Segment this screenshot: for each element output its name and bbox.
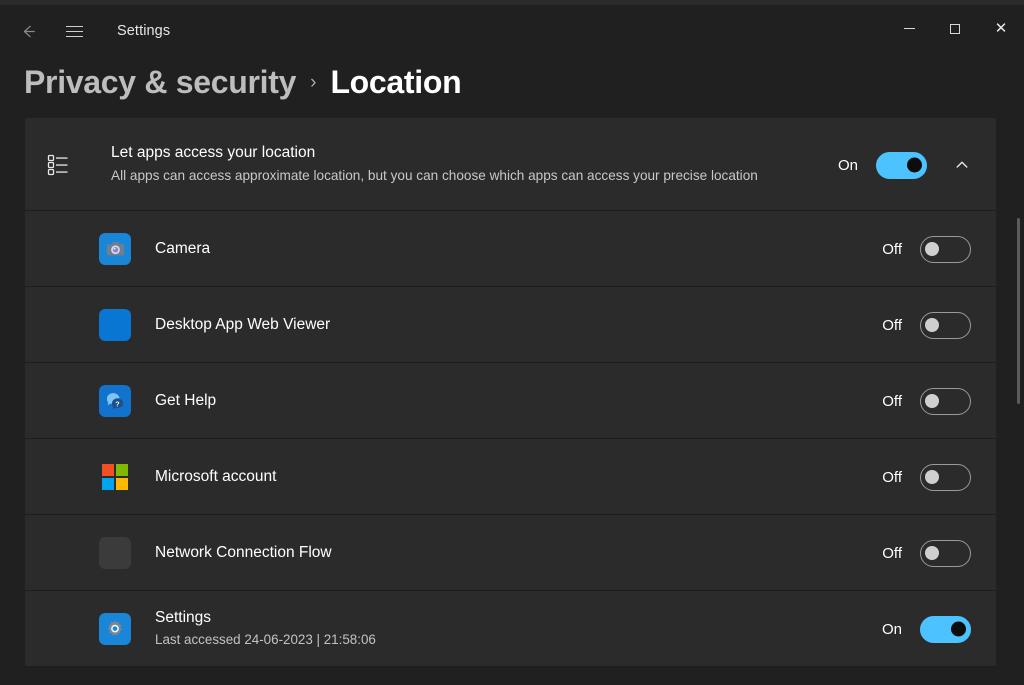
app-permissions-list-icon xyxy=(43,149,73,179)
back-button[interactable] xyxy=(8,15,48,47)
app-row-controls: Off xyxy=(860,363,989,439)
vertical-scrollbar[interactable] xyxy=(1010,118,1024,685)
app-text-block: Microsoft account xyxy=(155,466,276,487)
collapse-section-button[interactable] xyxy=(949,152,975,178)
app-location-toggle[interactable] xyxy=(920,311,971,339)
page-title: Location xyxy=(330,63,462,100)
master-toggle-state-label: On xyxy=(837,156,858,174)
app-text-block: Settings Last accessed 24-06-2023 | 21:58… xyxy=(155,607,376,650)
app-row-controls: Off xyxy=(860,515,989,591)
window-controls: ✕ xyxy=(886,5,1024,52)
toggle-knob xyxy=(925,470,939,484)
app-name-label: Network Connection Flow xyxy=(155,544,332,561)
toggle-knob xyxy=(907,157,922,173)
app-permission-row[interactable]: Microsoft account Off xyxy=(25,439,996,515)
app-name-label: Settings xyxy=(155,609,212,626)
app-name-label: Microsoft account xyxy=(155,468,277,485)
toggle-knob xyxy=(925,394,939,408)
app-text-block: Desktop App Web Viewer xyxy=(155,314,330,335)
breadcrumb: Privacy & security › Location xyxy=(24,58,462,106)
toggle-knob xyxy=(925,242,939,256)
chevron-up-icon xyxy=(956,161,968,168)
app-location-toggle[interactable] xyxy=(920,539,971,567)
app-toggle-state-label: Off xyxy=(882,392,902,410)
app-location-toggle[interactable] xyxy=(920,387,971,415)
svg-text:?: ? xyxy=(115,399,119,408)
app-name-label: Desktop App Web Viewer xyxy=(155,316,331,333)
navigation-menu-button[interactable] xyxy=(54,15,94,47)
app-row-controls: Off xyxy=(860,211,989,287)
network-connection-flow-icon xyxy=(99,536,131,569)
app-permission-row[interactable]: Camera Off xyxy=(25,211,996,287)
app-toggle-state-label: Off xyxy=(882,316,902,334)
settings-content-panel: Let apps access your location All apps c… xyxy=(25,118,996,685)
app-toggle-state-label: On xyxy=(881,620,902,638)
app-row-controls: Off xyxy=(860,439,989,515)
app-toggle-state-label: Off xyxy=(882,240,902,258)
toggle-knob xyxy=(925,318,939,332)
app-text-block: Network Connection Flow xyxy=(155,542,332,563)
app-toggle-state-label: Off xyxy=(882,468,902,486)
microsoft-account-icon xyxy=(99,461,131,493)
toggle-knob xyxy=(951,621,966,637)
app-permission-row[interactable]: Settings Last accessed 24-06-2023 | 21:58… xyxy=(25,591,996,667)
app-permission-row[interactable]: ? Get Help Off xyxy=(25,363,996,439)
toggle-knob xyxy=(925,546,939,560)
app-toggle-state-label: Off xyxy=(882,544,902,562)
settings-window: Settings ✕ Privacy & security › Location xyxy=(0,0,1024,685)
master-location-toggle[interactable] xyxy=(876,151,927,179)
app-permission-list: Camera Off Desktop App Web Viewer Off? Get H… xyxy=(25,211,996,667)
app-location-toggle[interactable] xyxy=(920,615,971,643)
app-location-toggle[interactable] xyxy=(920,463,971,491)
app-name-label: Camera xyxy=(155,240,211,257)
scrollbar-thumb[interactable] xyxy=(1017,218,1020,404)
app-name-label: Get Help xyxy=(155,392,217,409)
breadcrumb-parent-link[interactable]: Privacy & security xyxy=(24,64,296,101)
maximize-button[interactable] xyxy=(932,5,978,52)
minimize-button[interactable] xyxy=(886,5,932,52)
minimize-icon xyxy=(903,28,915,29)
card-controls: On xyxy=(816,126,989,204)
content-left-gutter xyxy=(0,118,25,685)
app-last-accessed-label: Last accessed 24-06-2023 | 21:58:06 xyxy=(155,632,376,647)
close-icon: ✕ xyxy=(994,19,1008,37)
let-apps-access-location-card: Let apps access your location All apps c… xyxy=(25,118,996,211)
title-bar: Settings ✕ xyxy=(0,5,1024,57)
app-text-block: Camera xyxy=(155,238,210,259)
app-text-block: Get Help xyxy=(155,390,216,411)
maximize-icon xyxy=(950,23,960,34)
app-location-toggle[interactable] xyxy=(920,235,971,263)
app-title: Settings xyxy=(117,23,171,39)
get-help-icon: ? xyxy=(99,384,131,417)
close-button[interactable]: ✕ xyxy=(978,5,1024,52)
app-row-controls: On xyxy=(860,591,989,667)
app-permission-row[interactable]: Desktop App Web Viewer Off xyxy=(25,287,996,363)
card-title: Let apps access your location xyxy=(111,144,316,161)
breadcrumb-separator-icon: › xyxy=(310,72,317,93)
back-arrow-icon xyxy=(23,25,35,37)
settings-app-icon xyxy=(99,612,131,645)
app-row-controls: Off xyxy=(860,287,989,363)
desktop-app-web-viewer-icon xyxy=(99,308,131,341)
camera-app-icon xyxy=(99,232,131,265)
card-text-block: Let apps access your location All apps c… xyxy=(111,142,758,186)
card-description: All apps can access approximate location… xyxy=(111,168,758,183)
app-permission-row[interactable]: Network Connection Flow Off xyxy=(25,515,996,591)
hamburger-menu-icon xyxy=(65,22,83,41)
